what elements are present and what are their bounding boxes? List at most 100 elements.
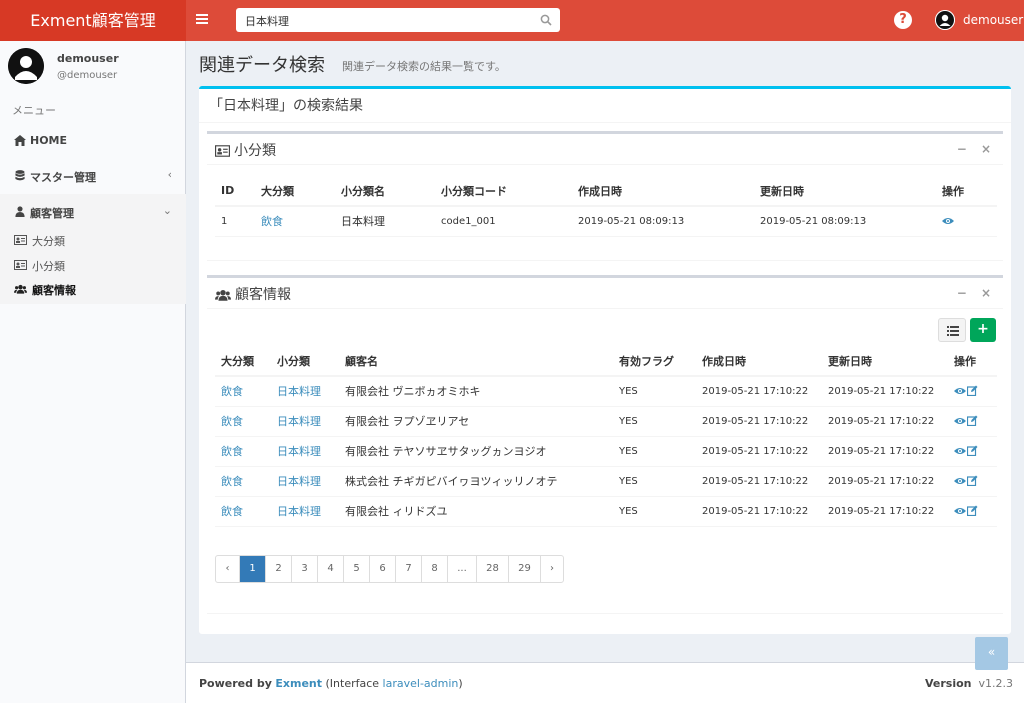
divider [207, 164, 1003, 165]
page-button-29[interactable]: 29 [508, 556, 540, 582]
page-button-3[interactable]: 3 [291, 556, 317, 582]
id-card-icon [14, 260, 27, 270]
user-icon [15, 206, 25, 217]
eye-icon[interactable] [954, 447, 966, 455]
interface-prefix: (Interface [325, 677, 380, 690]
table-header-row: ID 大分類 小分類名 小分類コード 作成日時 更新日時 操作 [215, 176, 997, 207]
cell-updated: 2019-05-21 08:09:13 [754, 206, 936, 237]
column-header: ID [215, 176, 255, 207]
cell-flag: YES [613, 496, 696, 527]
page-title: 関連データ検索 [199, 55, 325, 76]
minor-category-link[interactable]: 日本料理 [277, 445, 321, 458]
table-row: 飲食 日本料理 有限会社 ィリドズユ YES 2019-05-21 17:10:… [215, 496, 997, 527]
sidebar-toggle-icon[interactable] [196, 12, 210, 28]
app-logo[interactable]: Exment顧客管理 [0, 0, 186, 41]
minor-category-link[interactable]: 日本料理 [277, 505, 321, 518]
edit-icon[interactable] [967, 505, 978, 516]
eye-icon[interactable] [954, 507, 966, 515]
close-icon[interactable]: × [981, 142, 991, 156]
box-tools: − × [947, 286, 991, 300]
edit-icon[interactable] [967, 385, 978, 397]
sidebar-item-customer-info[interactable]: 顧客情報 [0, 278, 186, 300]
major-category-link[interactable]: 飲食 [221, 475, 243, 488]
cell-flag: YES [613, 406, 696, 437]
sidebar-item-label: 大分類 [32, 235, 65, 248]
major-category-link[interactable]: 飲食 [221, 415, 243, 428]
interface-suffix: ) [458, 677, 463, 690]
sidebar-item-minor-category[interactable]: 小分類 [0, 254, 186, 276]
sidebar-item-master[interactable]: マスター管理 ‹ [0, 158, 186, 192]
table-row: 飲食 日本料理 有限会社 ヲプゾヱリアセ YES 2019-05-21 17:1… [215, 406, 997, 437]
search-input[interactable]: 日本料理 [236, 8, 560, 32]
major-category-link[interactable]: 飲食 [221, 385, 243, 398]
eye-icon[interactable] [954, 417, 966, 425]
top-navbar: Exment顧客管理 日本料理 ? demouser [0, 0, 1024, 41]
page-button-8[interactable]: 8 [421, 556, 447, 582]
cell-created: 2019-05-21 17:10:22 [696, 466, 822, 497]
column-header: 作成日時 [696, 346, 822, 377]
minor-category-link[interactable]: 日本料理 [277, 475, 321, 488]
page-button-6[interactable]: 6 [369, 556, 395, 582]
major-category-link[interactable]: 飲食 [221, 505, 243, 518]
table-row: 飲食 日本料理 有限会社 ヴニボヵオミホキ YES 2019-05-21 17:… [215, 376, 997, 407]
major-category-link[interactable]: 飲食 [221, 445, 243, 458]
sidebar-item-customer[interactable]: 顧客管理 ⌄ [0, 194, 186, 228]
user-menu-name[interactable]: demouser [963, 13, 1023, 27]
cell-flag: YES [613, 466, 696, 497]
sidebar-item-label: マスター管理 [30, 171, 96, 184]
column-header: 大分類 [255, 176, 335, 207]
list-view-button[interactable] [938, 318, 966, 342]
table-header-row: 大分類 小分類 顧客名 有効フラグ 作成日時 更新日時 操作 [215, 346, 997, 377]
page-button-5[interactable]: 5 [343, 556, 369, 582]
page-button-28[interactable]: 28 [476, 556, 508, 582]
help-icon[interactable]: ? [894, 11, 912, 29]
eye-icon[interactable] [942, 217, 954, 225]
subclass-box-title: 小分類 [215, 140, 276, 160]
page-prev-button[interactable]: ‹ [216, 556, 239, 582]
footer-version: Version v1.2.3 [925, 677, 1013, 690]
add-button[interactable]: + [970, 318, 996, 342]
sidebar-item-label: 顧客情報 [32, 284, 76, 297]
minimize-icon[interactable]: − [957, 142, 967, 156]
close-icon[interactable]: × [981, 286, 991, 300]
edit-icon[interactable] [967, 445, 978, 456]
page-next-button[interactable]: › [540, 556, 563, 582]
sidebar-item-home[interactable]: HOME [0, 123, 186, 157]
cell-customer-name: 株式会社 チギガピバイヮヨツィッリノオテ [339, 466, 613, 497]
eye-icon[interactable] [954, 387, 966, 395]
minimize-icon[interactable]: − [957, 286, 967, 300]
minor-category-link[interactable]: 日本料理 [277, 415, 321, 428]
minor-category-link[interactable]: 日本料理 [277, 385, 321, 398]
version-label: Version [924, 677, 972, 690]
laravel-admin-link[interactable]: laravel-admin [383, 677, 459, 690]
search-icon[interactable] [540, 14, 552, 26]
users-icon [14, 284, 27, 294]
column-header: 操作 [936, 176, 997, 207]
user-avatar-icon[interactable] [935, 10, 955, 30]
customer-table: 大分類 小分類 顧客名 有効フラグ 作成日時 更新日時 操作 飲食 日本料理 有… [215, 346, 997, 527]
search-input-value: 日本料理 [245, 15, 289, 28]
cell-flag: YES [613, 376, 696, 407]
cell-code: code1_001 [435, 206, 572, 237]
version-number: v1.2.3 [978, 677, 1014, 690]
avatar [8, 48, 44, 84]
major-category-link[interactable]: 飲食 [261, 215, 283, 228]
subclass-table: ID 大分類 小分類名 小分類コード 作成日時 更新日時 操作 1 飲食 日本料… [215, 176, 997, 237]
scroll-to-top-button[interactable]: « [975, 637, 1008, 670]
page-button-1[interactable]: 1 [239, 556, 265, 582]
page-description: 関連データ検索の結果一覧です。 [342, 60, 506, 73]
page-button-2[interactable]: 2 [265, 556, 291, 582]
exment-link[interactable]: Exment [275, 677, 322, 690]
eye-icon[interactable] [954, 477, 966, 485]
customer-box: 顧客情報 − × + 大分類 小分類 顧客名 有効フラグ 作成日時 更新日時 操… [207, 275, 1003, 615]
sidebar-item-major-category[interactable]: 大分類 [0, 229, 186, 251]
column-header: 小分類コード [435, 176, 572, 207]
cell-updated: 2019-05-21 17:10:22 [822, 496, 948, 527]
column-header: 更新日時 [754, 176, 936, 207]
edit-icon[interactable] [967, 415, 978, 426]
edit-icon[interactable] [967, 475, 978, 486]
pagination: ‹ 1 2 3 4 5 6 7 8 ... 28 29 › [215, 555, 564, 583]
id-card-icon [14, 235, 27, 245]
page-button-4[interactable]: 4 [317, 556, 343, 582]
page-button-7[interactable]: 7 [395, 556, 421, 582]
